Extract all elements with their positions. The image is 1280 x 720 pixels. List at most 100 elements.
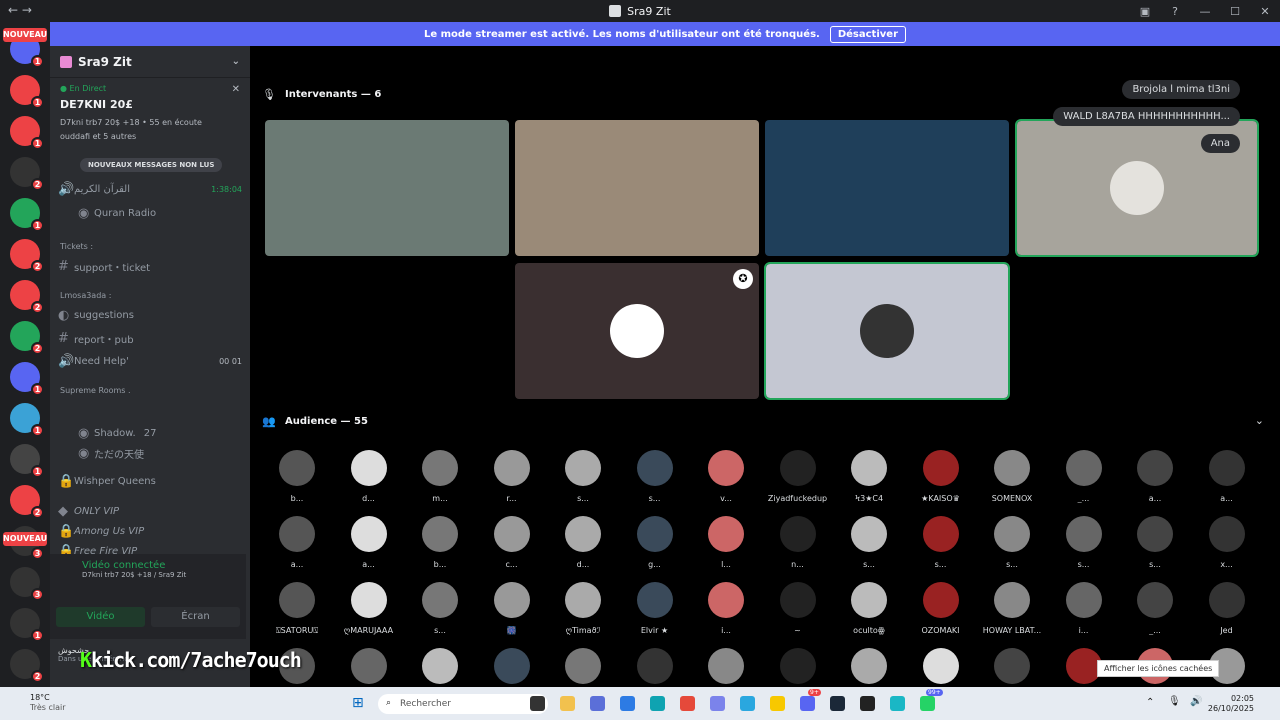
audience-member[interactable]: v... (691, 450, 761, 503)
audience-member[interactable]: s... (977, 516, 1047, 569)
server-icon[interactable]: 2 (10, 157, 44, 191)
audience-member[interactable] (834, 648, 904, 684)
audience-member[interactable] (548, 648, 618, 684)
audience-member[interactable] (477, 648, 547, 684)
audience-member[interactable]: s... (548, 450, 618, 503)
audience-member[interactable]: c... (477, 516, 547, 569)
audience-member[interactable]: x... (1192, 516, 1262, 569)
weather-widget[interactable]: 18°C Très clair (30, 693, 66, 713)
audience-member[interactable]: SOMENOX (977, 450, 1047, 503)
microphone-tray-icon[interactable]: 🎙 (1168, 696, 1181, 707)
audience-member[interactable]: _... (1049, 450, 1119, 503)
speaker-tile-5[interactable]: ✪ (515, 263, 759, 399)
audience-member[interactable] (906, 648, 976, 684)
file-explorer-icon[interactable] (560, 696, 575, 711)
channel-report[interactable]: # report・pub (58, 331, 242, 346)
server-header[interactable]: Sra9 Zit ⌄ (50, 46, 250, 78)
server-icon[interactable]: 1 (10, 608, 44, 642)
audience-member[interactable]: ⍂SATORU⍂ (262, 582, 332, 636)
audience-member[interactable]: HOWAY LBAT... (977, 582, 1047, 635)
audience-member[interactable]: Jed (1192, 582, 1262, 635)
audience-member[interactable] (977, 648, 1047, 684)
server-icon[interactable]: 2 (10, 280, 44, 314)
server-icon[interactable]: 3 (10, 567, 44, 601)
channel-support[interactable]: # support・ticket (58, 259, 242, 274)
audience-member[interactable]: _... (1120, 582, 1190, 635)
audience-member[interactable]: i... (1049, 582, 1119, 635)
voice-user-tenshi[interactable]: ◉ ただの天使 (78, 446, 242, 461)
unread-messages-chip[interactable]: NOUVEAUX MESSAGES NON LUS (80, 158, 223, 172)
close-icon[interactable]: ✕ (232, 84, 240, 95)
clock[interactable]: 02:05 26/10/2025 (1208, 694, 1254, 714)
category-tickets[interactable]: Tickets : (60, 242, 93, 251)
voice-user-quran-radio[interactable]: ◉ Quran Radio (78, 206, 242, 221)
help-icon[interactable]: ? (1160, 5, 1190, 18)
audience-member[interactable]: m... (405, 450, 475, 503)
app-icon[interactable] (590, 696, 605, 711)
audience-member[interactable]: s... (834, 516, 904, 569)
audience-member[interactable]: s... (620, 450, 690, 503)
category-lmosa3ada[interactable]: Lmosa3ada : (60, 291, 111, 300)
audience-member[interactable]: s... (1120, 516, 1190, 569)
audience-member[interactable]: Elvir ★ (620, 582, 690, 635)
discord-taskbar-icon[interactable]: 9+ (800, 689, 821, 711)
audience-member[interactable]: a... (262, 516, 332, 569)
server-icon[interactable]: 1 (10, 444, 44, 478)
volume-icon[interactable]: 🔊 (1190, 696, 1202, 707)
back-arrow-icon[interactable]: ← → (8, 3, 32, 17)
whatsapp-icon[interactable]: 99+ (920, 689, 943, 711)
chevron-down-icon[interactable]: ⌄ (232, 56, 240, 67)
steam-icon[interactable] (830, 696, 845, 711)
speaker-tile-6[interactable] (764, 262, 1010, 400)
audience-member[interactable]: ★KAISO♛ (906, 450, 976, 503)
windows-start-icon[interactable]: ⊞ (352, 695, 364, 711)
server-icon[interactable]: 1 (10, 116, 44, 150)
obs-icon[interactable] (860, 696, 875, 711)
chevron-down-icon[interactable]: ⌄ (1255, 414, 1264, 427)
screen-share-button[interactable]: Écran (151, 607, 240, 627)
minimize-icon[interactable]: — (1190, 5, 1220, 18)
server-icon[interactable]: 1 (10, 198, 44, 232)
video-button[interactable]: Vidéo (56, 607, 145, 627)
channel-wishper-queens[interactable]: 🔒 Wishper Queens (58, 474, 242, 489)
server-icon[interactable]: 1 (10, 403, 44, 437)
audience-member[interactable]: i... (691, 582, 761, 635)
taskbar-search[interactable]: Rechercher (378, 694, 548, 714)
audience-member[interactable]: g... (620, 516, 690, 569)
audience-member[interactable]: OZOMAKI (906, 582, 976, 635)
audience-member[interactable] (334, 648, 404, 684)
chevron-up-icon[interactable]: ⌃ (1146, 697, 1154, 708)
audience-member[interactable]: ocultoꙮ (834, 582, 904, 635)
audience-member[interactable]: ~ (763, 582, 833, 635)
audience-member[interactable]: d... (334, 450, 404, 503)
chrome-icon[interactable] (680, 696, 695, 711)
channel-suggestions[interactable]: ◐ suggestions (58, 308, 242, 323)
server-icon[interactable]: 1 (10, 362, 44, 396)
speaker-video-3[interactable] (765, 120, 1009, 256)
store-icon[interactable] (620, 696, 635, 711)
server-icon[interactable]: 1 (10, 75, 44, 109)
warning-app-icon[interactable] (770, 696, 785, 711)
audience-member[interactable]: a... (334, 516, 404, 569)
speaker-video-2[interactable] (515, 120, 759, 256)
audience-member[interactable] (620, 648, 690, 684)
server-icon[interactable]: 2 (10, 485, 44, 519)
audience-member[interactable]: ღMARUJAAA (334, 582, 404, 635)
channel-among-us-vip[interactable]: 🔒 Among Us VIP (58, 524, 242, 539)
teams-icon[interactable] (710, 696, 725, 711)
audience-member[interactable] (691, 648, 761, 684)
edge-icon[interactable] (650, 696, 665, 711)
server-icon[interactable]: 2 (10, 321, 44, 355)
inbox-icon[interactable]: ▣ (1130, 5, 1160, 18)
task-view-icon[interactable] (530, 696, 545, 711)
app-icon[interactable] (890, 696, 905, 711)
audience-member[interactable] (763, 648, 833, 684)
audience-member[interactable]: d... (548, 516, 618, 569)
audience-member[interactable]: l... (691, 516, 761, 569)
channel-quran[interactable]: 🔊 القرآن الكريم 1:38:04 (58, 182, 242, 197)
speaker-video-1[interactable] (265, 120, 509, 256)
audience-member[interactable]: r... (477, 450, 547, 503)
audience-member[interactable] (405, 648, 475, 684)
audience-member[interactable]: a... (1120, 450, 1190, 503)
server-icon[interactable]: 2 (10, 239, 44, 273)
